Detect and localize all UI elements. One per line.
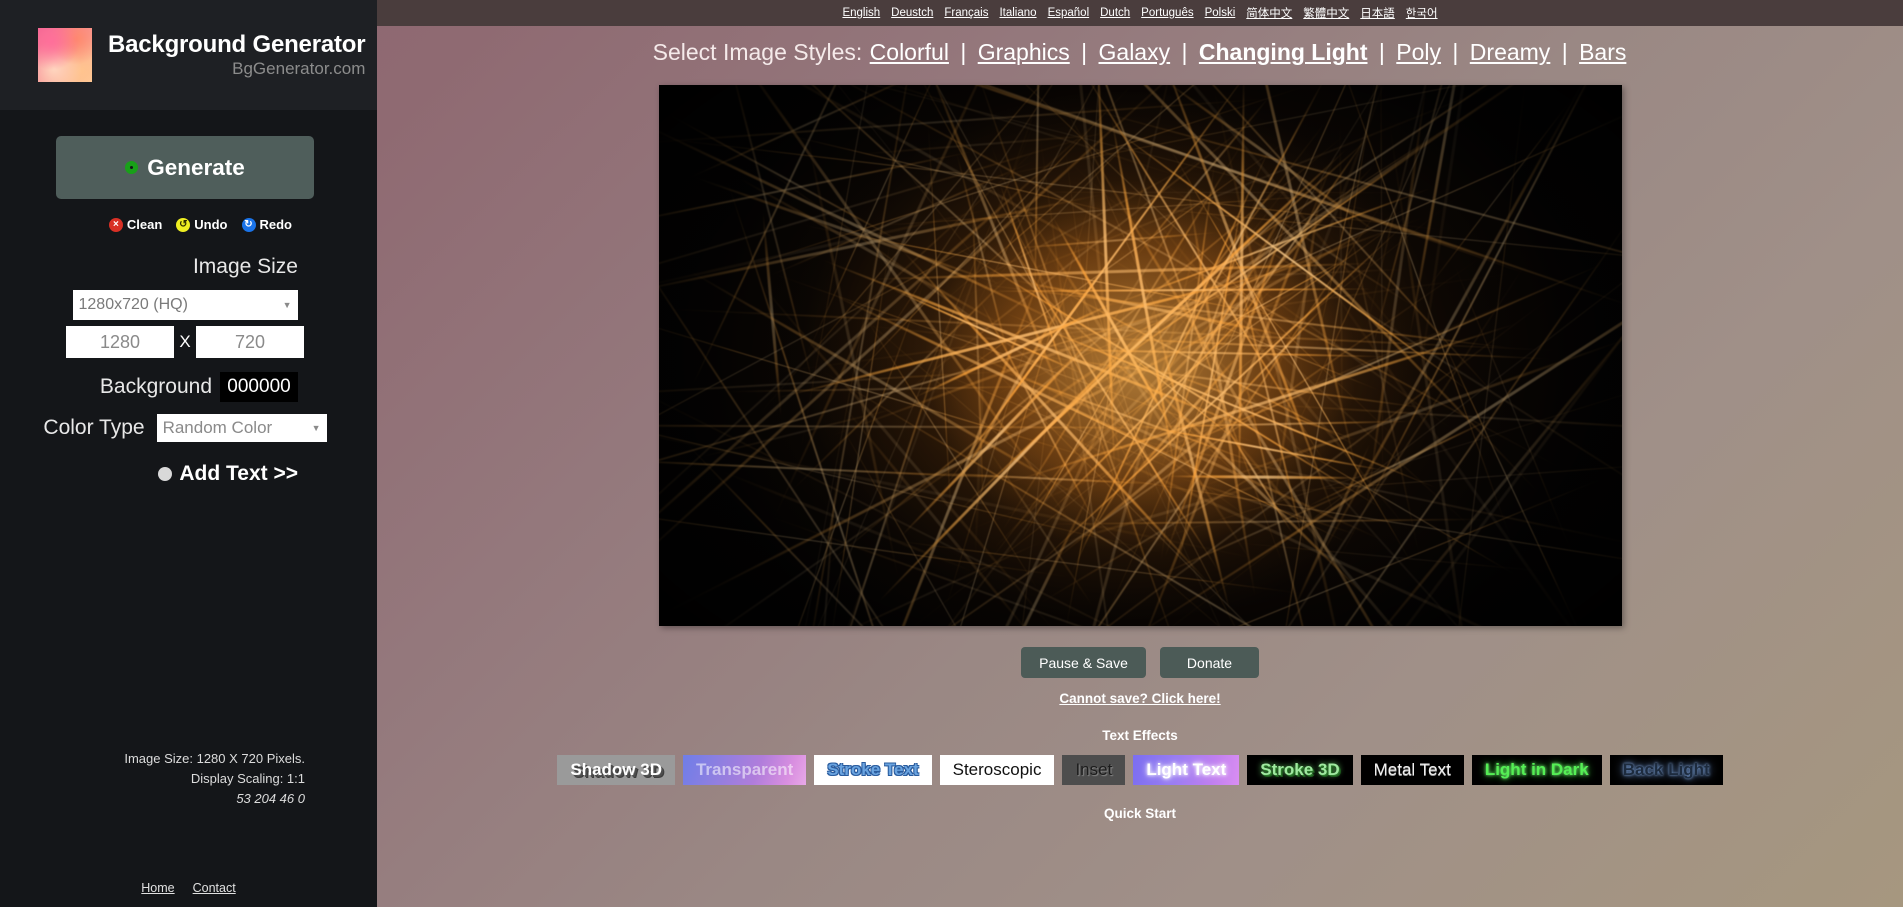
style-link-changing-light[interactable]: Changing Light bbox=[1199, 39, 1368, 65]
color-type-label: Color Type bbox=[43, 416, 145, 439]
text-effects-row: Shadow 3D Transparent Stroke Text Steros… bbox=[377, 755, 1903, 785]
language-link-english[interactable]: English bbox=[842, 7, 880, 19]
app-domain: BgGenerator.com bbox=[232, 59, 366, 79]
sidebar-controls: Generate × Clean ↺ Undo ↻ Redo Image Siz… bbox=[0, 136, 377, 486]
donate-button[interactable]: Donate bbox=[1160, 647, 1259, 678]
background-label: Background bbox=[99, 375, 212, 398]
height-input[interactable] bbox=[196, 326, 304, 358]
style-separator: | bbox=[1181, 39, 1188, 65]
text-effect-shadow-3d[interactable]: Shadow 3D bbox=[557, 755, 675, 785]
color-type-select[interactable]: Random Color ▼ bbox=[156, 414, 327, 442]
style-selector-label: Select Image Styles: bbox=[652, 39, 863, 65]
info-display-scaling: Display Scaling: 1:1 bbox=[190, 770, 305, 786]
style-separator: | bbox=[1561, 39, 1568, 65]
style-link-graphics[interactable]: Graphics bbox=[978, 39, 1070, 65]
language-link-dutch[interactable]: Dutch bbox=[1100, 7, 1130, 19]
width-input[interactable] bbox=[66, 326, 174, 358]
undo-button[interactable]: ↺ Undo bbox=[176, 217, 228, 232]
clean-undo-redo-row: × Clean ↺ Undo ↻ Redo bbox=[0, 217, 370, 232]
redo-button[interactable]: ↻ Redo bbox=[241, 217, 293, 232]
fractal-light-art bbox=[658, 85, 1622, 626]
app-title: Background Generator bbox=[108, 30, 366, 58]
add-text-button[interactable]: Add Text >> bbox=[0, 462, 370, 486]
text-effect-metal-text[interactable]: Metal Text bbox=[1360, 755, 1464, 785]
contact-link[interactable]: Contact bbox=[193, 881, 236, 895]
quick-start-title: Quick Start bbox=[1103, 806, 1177, 821]
style-separator: | bbox=[1452, 39, 1459, 65]
sidebar-footer-links: Home Contact bbox=[0, 881, 377, 895]
style-link-colorful[interactable]: Colorful bbox=[870, 39, 949, 65]
text-effect-inset[interactable]: Inset bbox=[1062, 755, 1126, 785]
text-effect-transparent[interactable]: Transparent bbox=[682, 755, 807, 785]
style-separator: | bbox=[1081, 39, 1088, 65]
app-logo-icon bbox=[38, 28, 92, 82]
gear-icon bbox=[125, 161, 139, 174]
redo-label: Redo bbox=[259, 217, 293, 232]
language-link-japanese[interactable]: 日本語 bbox=[1360, 5, 1395, 21]
redo-circle-icon: ↻ bbox=[241, 217, 256, 232]
text-effects-title: Text Effects bbox=[1102, 728, 1178, 743]
language-link-espanol[interactable]: Español bbox=[1048, 7, 1090, 19]
text-effect-stroke-text[interactable]: Stroke Text bbox=[814, 755, 932, 785]
language-link-korean[interactable]: 한국어 bbox=[1406, 5, 1438, 21]
image-info-block: Image Size: 1280 X 720 Pixels. Display S… bbox=[124, 749, 305, 809]
language-link-deustch[interactable]: Deustch bbox=[891, 7, 933, 19]
undo-circle-icon: ↺ bbox=[176, 217, 191, 232]
style-link-dreamy[interactable]: Dreamy bbox=[1470, 39, 1551, 65]
size-preset-value: 1280x720 (HQ) bbox=[78, 296, 188, 313]
language-link-simplified-chinese[interactable]: 简体中文 bbox=[1246, 5, 1292, 21]
undo-label: Undo bbox=[194, 217, 228, 232]
main-area: Select Image Styles: Colorful | Graphics… bbox=[377, 26, 1903, 907]
generate-button-label: Generate bbox=[147, 154, 245, 180]
dimension-separator: X bbox=[179, 332, 191, 351]
close-circle-icon: × bbox=[108, 217, 123, 232]
language-link-portugues[interactable]: Português bbox=[1141, 7, 1193, 19]
style-separator: | bbox=[960, 39, 967, 65]
background-color-row: Background bbox=[0, 372, 370, 402]
color-type-row: Color Type Random Color ▼ bbox=[0, 414, 370, 442]
clean-button[interactable]: × Clean bbox=[108, 217, 163, 232]
style-link-galaxy[interactable]: Galaxy bbox=[1099, 39, 1171, 65]
info-image-size: Image Size: 1280 X 720 Pixels. bbox=[124, 750, 305, 766]
language-link-italiano[interactable]: Italiano bbox=[999, 7, 1036, 19]
style-selector-row: Select Image Styles: Colorful | Graphics… bbox=[377, 39, 1903, 66]
size-preset-wrap: 1280x720 (HQ) ▼ bbox=[0, 290, 370, 320]
language-link-polski[interactable]: Polski bbox=[1205, 7, 1236, 19]
pause-save-button[interactable]: Pause & Save bbox=[1021, 647, 1146, 678]
language-link-francais[interactable]: Français bbox=[944, 7, 988, 19]
clean-label: Clean bbox=[126, 217, 163, 232]
style-link-bars[interactable]: Bars bbox=[1579, 39, 1626, 65]
text-effect-light-text[interactable]: Light Text bbox=[1133, 755, 1240, 785]
info-numbers: 53 204 46 0 bbox=[236, 790, 305, 806]
color-type-value: Random Color bbox=[162, 418, 273, 437]
text-effect-light-in-dark[interactable]: Light in Dark bbox=[1471, 755, 1602, 785]
chevron-down-icon: ▼ bbox=[282, 300, 292, 310]
generate-button[interactable]: Generate bbox=[56, 136, 314, 199]
text-effect-stroke-3d[interactable]: Stroke 3D bbox=[1247, 755, 1353, 785]
cannot-save-link[interactable]: Cannot save? Click here! bbox=[1059, 691, 1220, 706]
home-link[interactable]: Home bbox=[141, 881, 174, 895]
background-hex-input[interactable] bbox=[220, 372, 298, 402]
canvas-actions: Pause & Save Donate bbox=[377, 647, 1903, 678]
image-size-label: Image Size bbox=[192, 255, 298, 278]
text-effect-back-light[interactable]: Back Light bbox=[1609, 755, 1723, 785]
brand-text: Background Generator BgGenerator.com bbox=[108, 30, 366, 80]
brand-header: Background Generator BgGenerator.com bbox=[0, 0, 377, 110]
size-preset-select[interactable]: 1280x720 (HQ) ▼ bbox=[72, 290, 298, 320]
cannot-save-row: Cannot save? Click here! bbox=[377, 690, 1903, 708]
text-bubble-icon bbox=[158, 467, 173, 481]
style-link-poly[interactable]: Poly bbox=[1396, 39, 1441, 65]
add-text-label: Add Text >> bbox=[179, 462, 298, 485]
language-bar: English Deustch Français Italiano Españo… bbox=[377, 0, 1903, 26]
generated-image-canvas[interactable] bbox=[658, 85, 1622, 626]
text-effect-steroscopic[interactable]: Steroscopic bbox=[939, 755, 1055, 785]
sidebar: Background Generator BgGenerator.com Gen… bbox=[0, 0, 377, 907]
chevron-down-icon: ▼ bbox=[311, 423, 321, 433]
style-separator: | bbox=[1378, 39, 1385, 65]
width-height-row: X bbox=[0, 326, 370, 358]
language-link-traditional-chinese[interactable]: 繁體中文 bbox=[1303, 5, 1349, 21]
